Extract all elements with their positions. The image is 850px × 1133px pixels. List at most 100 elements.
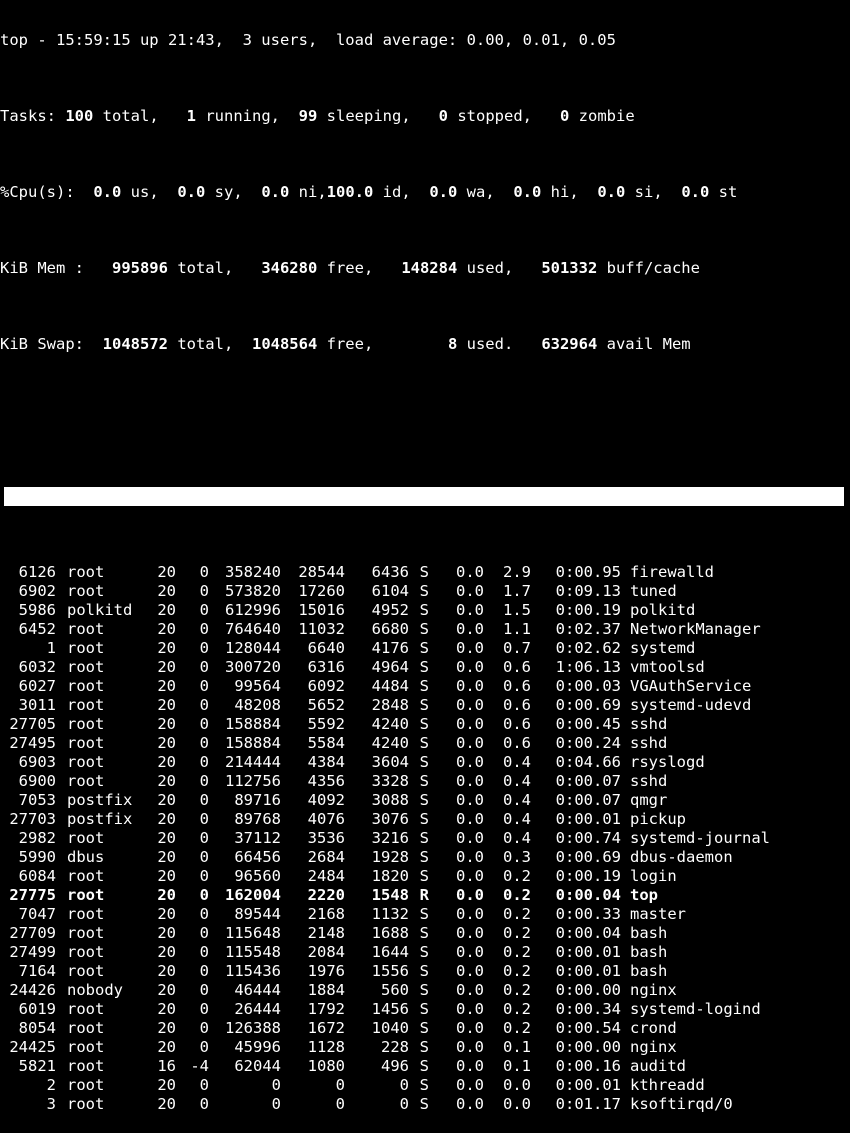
process-row: 2 root 20 0 0 0 0 S 0.0 0.0 0:00.01 kthreadd <box>0 1076 850 1095</box>
uptime-line: top - 15:59:15 up 21:43, 3 users, load a… <box>0 31 850 50</box>
cell-cpu: 0.0 <box>456 791 484 809</box>
cell-mem: 0.2 <box>503 867 531 885</box>
cell-virt: 126388 <box>225 1019 281 1037</box>
cell-user: root <box>67 620 105 638</box>
cell-shr: 4176 <box>371 639 409 657</box>
cell-res: 0 <box>335 1076 345 1094</box>
process-row: 6900 root 20 0 112756 4356 3328 S 0.0 0.4 0:00.07 s… <box>0 772 850 791</box>
cell-user: root <box>67 1076 105 1094</box>
col-header-pr: PR <box>198 506 218 524</box>
tasks-sleeping-value: 99 <box>298 107 318 125</box>
cell-cpu: 0.0 <box>456 696 484 714</box>
cell-user: dbus <box>67 848 105 866</box>
mem-text: used, <box>457 259 542 277</box>
cell-mem: 0.2 <box>503 1019 531 1037</box>
cell-virt: 0 <box>271 1095 281 1113</box>
cell-ni: 0 <box>199 962 209 980</box>
cpu-label: %Cpu(s): <box>0 183 94 201</box>
cpu-text: ni, <box>289 183 327 201</box>
cell-state: S <box>419 563 429 581</box>
cell-pr: 20 <box>157 639 176 657</box>
avail-mem-value: 632964 <box>541 335 598 353</box>
mem-buffcache-value: 501332 <box>541 259 598 277</box>
cell-user: root <box>67 734 105 752</box>
cell-user: root <box>67 1057 105 1075</box>
mem-text: free, <box>317 259 402 277</box>
cell-cpu: 0.0 <box>456 905 484 923</box>
cell-virt: 112756 <box>225 772 281 790</box>
cell-command: systemd-journal <box>630 829 770 847</box>
cell-pr: 20 <box>157 582 176 600</box>
cell-ni: 0 <box>199 639 209 657</box>
cell-pid: 6900 <box>18 772 56 790</box>
cell-ni: 0 <box>199 829 209 847</box>
cell-virt: 158884 <box>225 734 281 752</box>
cell-res: 1792 <box>307 1000 345 1018</box>
cell-pid: 6032 <box>18 658 56 676</box>
cell-command: sshd <box>630 772 668 790</box>
col-header-user: USER <box>108 506 146 524</box>
cell-cpu: 0.0 <box>456 829 484 847</box>
cell-user: root <box>67 753 105 771</box>
process-row: 6032 root 20 0 300720 6316 4964 S 0.0 0.6 1:06.13 v… <box>0 658 850 677</box>
cell-mem: 0.2 <box>503 905 531 923</box>
cell-virt: 99564 <box>234 677 281 695</box>
cell-shr: 3328 <box>371 772 409 790</box>
cell-time: 0:00.04 <box>555 886 621 904</box>
cell-res: 5652 <box>307 696 345 714</box>
cell-pid: 6126 <box>18 563 56 581</box>
col-header-command: COMMAND <box>671 506 737 524</box>
cell-command: sshd <box>630 715 668 733</box>
cell-res: 11032 <box>298 620 345 638</box>
swap-text: avail Mem <box>597 335 691 353</box>
cpu-ni-value: 0.0 <box>261 183 290 201</box>
cell-user: root <box>67 772 105 790</box>
cell-mem: 0.7 <box>503 639 531 657</box>
cell-ni: 0 <box>199 601 209 619</box>
cell-virt: 0 <box>271 1076 281 1094</box>
cell-mem: 0.6 <box>503 677 531 695</box>
cell-res: 1672 <box>307 1019 345 1037</box>
tasks-total-value: 100 <box>65 107 94 125</box>
cell-ni: 0 <box>199 1000 209 1018</box>
cell-pr: 20 <box>157 848 176 866</box>
tasks-label: Tasks: <box>0 107 66 125</box>
cell-command: top <box>630 886 658 904</box>
cpu-id-value: 100.0 <box>326 183 374 201</box>
cell-user: root <box>67 563 105 581</box>
cell-time: 0:00.00 <box>555 981 621 999</box>
cell-shr: 1548 <box>371 886 409 904</box>
cell-pid: 27495 <box>9 734 56 752</box>
cell-user: postfix <box>67 810 133 828</box>
process-row: 6027 root 20 0 99564 6092 4484 S 0.0 0.6 0:00.03 VG… <box>0 677 850 696</box>
col-header-ni: NI <box>231 506 251 524</box>
cell-user: root <box>67 677 105 695</box>
cell-pr: 20 <box>157 658 176 676</box>
cell-time: 0:00.69 <box>555 696 621 714</box>
cell-command: vmtoolsd <box>630 658 705 676</box>
col-header-res: RES <box>358 506 387 524</box>
cell-pid: 24425 <box>9 1038 56 1056</box>
cell-pid: 6084 <box>18 867 56 885</box>
cell-mem: 0.4 <box>503 810 531 828</box>
cell-cpu: 0.0 <box>456 848 484 866</box>
cpu-sy-value: 0.0 <box>177 183 206 201</box>
cell-state: S <box>419 639 429 657</box>
cell-shr: 2848 <box>371 696 409 714</box>
cell-cpu: 0.0 <box>456 1019 484 1037</box>
cell-cpu: 0.0 <box>456 639 484 657</box>
cell-pr: 20 <box>157 677 176 695</box>
cell-mem: 1.7 <box>503 582 531 600</box>
process-row: 27499 root 20 0 115548 2084 1644 S 0.0 0.2 0:00.01… <box>0 943 850 962</box>
cell-cpu: 0.0 <box>456 1057 484 1075</box>
cell-pr: 20 <box>157 1076 176 1094</box>
cell-shr: 4952 <box>371 601 409 619</box>
swap-used-value: 8 <box>447 335 458 353</box>
cell-state: S <box>419 620 429 638</box>
cell-res: 2084 <box>307 943 345 961</box>
cell-pid: 6027 <box>18 677 56 695</box>
process-row: 2982 root 20 0 37112 3536 3216 S 0.0 0.4 0:00.74 sy… <box>0 829 850 848</box>
cell-command: nginx <box>630 1038 677 1056</box>
cpu-wa-value: 0.0 <box>429 183 458 201</box>
cell-res: 6092 <box>307 677 345 695</box>
